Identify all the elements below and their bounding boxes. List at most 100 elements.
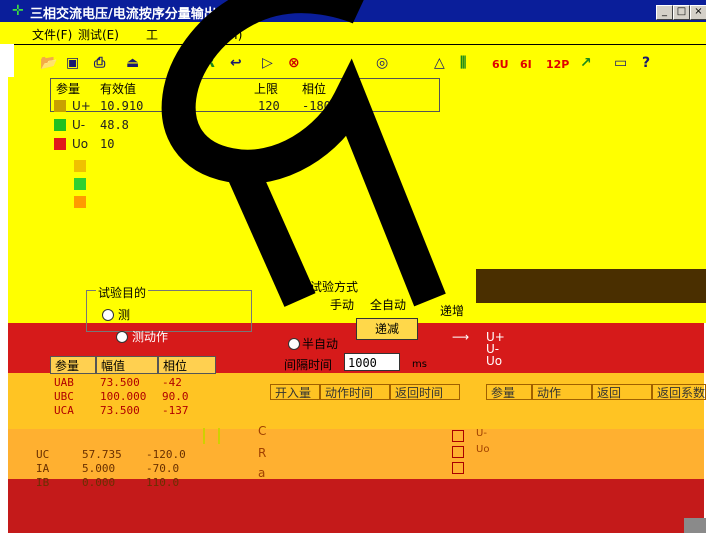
result-header-return-time: 返回时间 (390, 384, 460, 400)
vector-arrow: ⟶ (452, 330, 470, 344)
output-row-name: IA (36, 462, 50, 475)
bars-icon[interactable]: ⫼ (460, 55, 466, 71)
output-row-phase[interactable]: -120.0 (146, 448, 186, 461)
legend-swatch (452, 446, 464, 458)
output-row-name: UC (36, 448, 50, 461)
legend-swatch (452, 462, 464, 474)
test-mode-title: 试验方式 (310, 280, 359, 294)
grid-row-value[interactable]: 10 (100, 137, 114, 151)
interval-label: 间隔时间 (284, 358, 333, 372)
decrease-button[interactable]: 递减 (356, 318, 418, 340)
output-row-amp[interactable]: 5.000 (82, 462, 115, 475)
minimize-button[interactable]: _ (656, 5, 673, 20)
increase-button[interactable]: 递增 (440, 302, 464, 319)
row-swatch (54, 138, 66, 150)
side-letter: C (258, 424, 267, 438)
output-row-phase[interactable]: 110.0 (146, 476, 179, 489)
purpose-option-2[interactable]: 测动作 (132, 328, 168, 345)
result-header-ratio: 返回系数 (652, 384, 706, 400)
purpose-radio-2[interactable] (116, 331, 128, 343)
window-title: 三相交流电压/电流按序分量输出 (30, 7, 217, 22)
output-row-phase[interactable]: 90.0 (162, 390, 189, 403)
side-letter: R (258, 446, 267, 460)
record-icon[interactable]: R (204, 55, 215, 71)
decrease-label: 递减 (374, 322, 399, 336)
grid-row-value[interactable]: 48.8 (100, 118, 129, 132)
twelve-p-button[interactable]: 12P (546, 58, 569, 71)
open-icon[interactable]: 📂 (40, 55, 57, 71)
output-row-phase[interactable]: -137 (162, 404, 189, 417)
row-swatch (54, 119, 66, 131)
output-row-name: IB (36, 476, 50, 489)
stop-icon[interactable]: ⊗ (288, 55, 300, 71)
purpose-option-1[interactable]: 测 (118, 306, 130, 323)
interval-input[interactable]: 1000 (344, 353, 400, 371)
indicator-bar (203, 428, 205, 444)
purpose-radio-1[interactable] (102, 309, 114, 321)
app-icon: ✛ (12, 3, 24, 19)
maximize-button[interactable]: □ (673, 5, 690, 20)
output-header-param: 参量 (50, 356, 96, 374)
legend-swatch (452, 430, 464, 442)
output-row-phase[interactable]: -42 (162, 376, 182, 389)
result-header-input: 开入量 (270, 384, 320, 400)
eject-icon[interactable]: ⏏ (126, 55, 139, 71)
six-u-button[interactable]: 6U (492, 58, 509, 71)
semi-auto-radio[interactable] (288, 338, 300, 350)
output-row-name: UBC (54, 390, 74, 403)
mode-auto[interactable]: 全自动 (370, 296, 406, 313)
result-header-return: 返回 (592, 384, 652, 400)
output-row-amp[interactable]: 73.500 (100, 376, 140, 389)
vector-label: Uo (486, 354, 503, 368)
return-icon[interactable]: ↩ (230, 55, 242, 71)
grid-header-phase: 相位 (302, 82, 327, 96)
play-icon[interactable]: ▷ (262, 55, 273, 71)
output-row-amp[interactable]: 0.000 (82, 476, 115, 489)
side-letter: a (258, 466, 266, 480)
triangle-icon[interactable]: △ (434, 55, 445, 71)
six-i-button[interactable]: 6I (520, 58, 532, 71)
menu-tools[interactable]: 工 (146, 26, 158, 43)
arrow-icon[interactable]: ↗ (580, 55, 592, 71)
color-swatch (74, 160, 86, 172)
grid-row-phase[interactable]: -180.0 (302, 99, 345, 113)
monitor-icon[interactable]: ▭ (614, 55, 627, 71)
target-icon[interactable]: ◎ (376, 55, 388, 71)
grid-row-name: U- (72, 118, 86, 132)
toolbar (14, 44, 706, 78)
output-header-phase: 相位 (158, 356, 216, 374)
row-swatch (54, 100, 66, 112)
grid-header-param: 参量 (56, 82, 81, 96)
print-icon[interactable]: ⎙ (94, 55, 105, 71)
close-button[interactable]: × (690, 5, 706, 20)
grid-row-name: U+ (72, 99, 91, 113)
save-icon[interactable]: ▣ (66, 55, 79, 71)
grid-row-value[interactable]: 10.910 (100, 99, 143, 113)
result-header-action: 动作 (532, 384, 592, 400)
legend-label: U- (476, 428, 487, 439)
interval-unit: ms (412, 359, 427, 370)
grid-row-name: Uo (72, 137, 89, 151)
output-row-amp[interactable]: 73.500 (100, 404, 140, 417)
test-purpose-title: 试验目的 (96, 284, 149, 301)
color-swatch (74, 196, 86, 208)
result-header-param: 参量 (486, 384, 532, 400)
output-row-amp[interactable]: 57.735 (82, 448, 122, 461)
output-row-name: UCA (54, 404, 74, 417)
vector-dark-strip (476, 269, 706, 303)
menu-test[interactable]: 测试(E) (78, 26, 119, 43)
help-icon[interactable]: ? (642, 55, 650, 71)
menu-file[interactable]: 文件(F) (32, 26, 72, 43)
indicator-bar (218, 428, 220, 444)
output-row-phase[interactable]: -70.0 (146, 462, 179, 475)
mode-manual[interactable]: 手动 (330, 296, 354, 313)
color-swatch (74, 178, 86, 190)
mode-semi-auto[interactable]: 半自动 (302, 335, 338, 352)
menu-help[interactable]: 帮助(H) (200, 26, 242, 43)
output-row-name: UAB (54, 376, 74, 389)
output-row-amp[interactable]: 100.000 (100, 390, 146, 403)
resize-grip[interactable] (684, 518, 706, 533)
grid-row-upper[interactable]: 120 (258, 99, 280, 113)
result-header-action-time: 动作时间 (320, 384, 390, 400)
grid-header-upper: 上限 (254, 82, 279, 96)
